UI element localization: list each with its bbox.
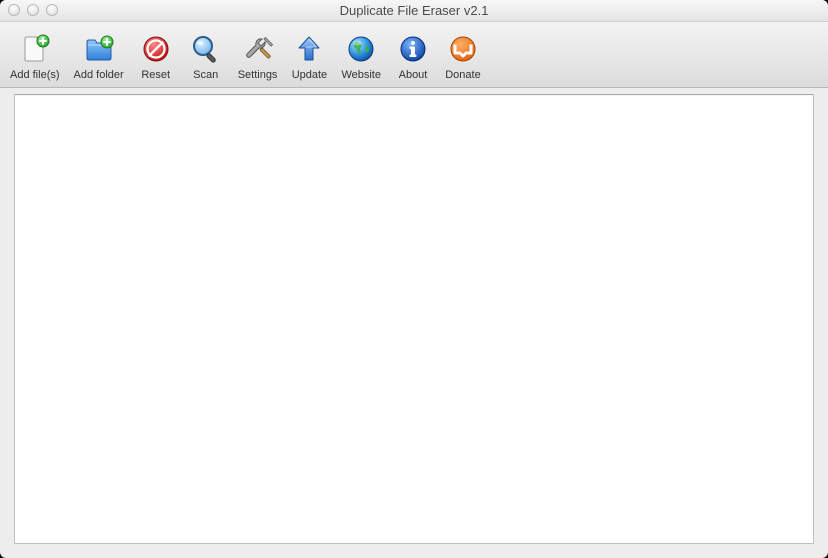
window-controls bbox=[8, 4, 58, 16]
update-icon bbox=[293, 33, 325, 65]
website-icon bbox=[345, 33, 377, 65]
minimize-window-button[interactable] bbox=[27, 4, 39, 16]
settings-button[interactable]: Settings bbox=[232, 31, 284, 83]
update-label: Update bbox=[292, 69, 327, 81]
add-files-button[interactable]: Add file(s) bbox=[4, 31, 66, 83]
results-list[interactable] bbox=[14, 94, 814, 544]
donate-button[interactable]: Donate bbox=[439, 31, 487, 83]
scan-icon bbox=[190, 33, 222, 65]
about-button[interactable]: About bbox=[389, 31, 437, 83]
add-files-label: Add file(s) bbox=[10, 69, 60, 81]
update-button[interactable]: Update bbox=[285, 31, 333, 83]
app-window: Duplicate File Eraser v2.1 bbox=[0, 0, 828, 558]
add-folder-button[interactable]: Add folder bbox=[68, 31, 130, 83]
settings-icon bbox=[242, 33, 274, 65]
settings-label: Settings bbox=[238, 69, 278, 81]
reset-icon bbox=[140, 33, 172, 65]
close-window-button[interactable] bbox=[8, 4, 20, 16]
website-label: Website bbox=[341, 69, 381, 81]
donate-icon bbox=[447, 33, 479, 65]
about-icon bbox=[397, 33, 429, 65]
scan-button[interactable]: Scan bbox=[182, 31, 230, 83]
add-folder-label: Add folder bbox=[74, 69, 124, 81]
add-folder-icon bbox=[83, 33, 115, 65]
toolbar: Add file(s) bbox=[0, 22, 828, 88]
website-button[interactable]: Website bbox=[335, 31, 387, 83]
window-title: Duplicate File Eraser v2.1 bbox=[340, 3, 489, 18]
about-label: About bbox=[399, 69, 428, 81]
zoom-window-button[interactable] bbox=[46, 4, 58, 16]
add-files-icon bbox=[19, 33, 51, 65]
reset-label: Reset bbox=[141, 69, 170, 81]
scan-label: Scan bbox=[193, 69, 218, 81]
donate-label: Donate bbox=[445, 69, 480, 81]
reset-button[interactable]: Reset bbox=[132, 31, 180, 83]
titlebar: Duplicate File Eraser v2.1 bbox=[0, 0, 828, 22]
